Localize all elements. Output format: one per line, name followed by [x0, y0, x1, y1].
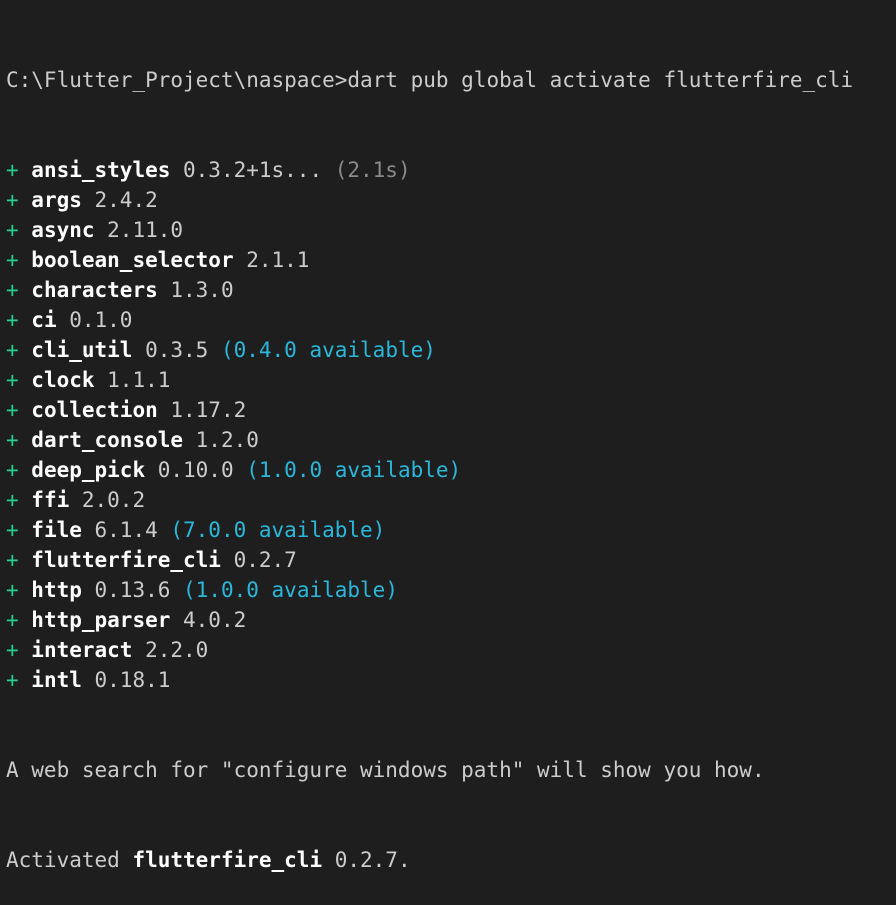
- plus-sign: +: [6, 398, 32, 422]
- package-version: 0.2.7: [220, 548, 297, 572]
- plus-sign: +: [6, 188, 32, 212]
- package-name: ci: [31, 308, 57, 332]
- package-version: 1.3.0: [157, 278, 234, 302]
- package-version: 0.18.1: [81, 668, 171, 692]
- available-update-note: (1.0.0 available): [170, 578, 398, 602]
- activated-version: 0.2.7.: [322, 848, 411, 872]
- package-line: + async 2.11.0: [6, 215, 896, 245]
- package-line: + deep_pick 0.10.0 (1.0.0 available): [6, 455, 896, 485]
- package-name: async: [31, 218, 95, 242]
- package-name: clock: [31, 368, 95, 392]
- package-name: http_parser: [31, 608, 171, 632]
- package-name: dart_console: [31, 428, 184, 452]
- command-line: C:\Flutter_Project\naspace>dart pub glob…: [6, 65, 896, 95]
- package-name: ffi: [31, 488, 70, 512]
- plus-sign: +: [6, 308, 32, 332]
- package-line: + http_parser 4.0.2: [6, 605, 896, 635]
- plus-sign: +: [6, 278, 32, 302]
- package-name: deep_pick: [31, 458, 146, 482]
- plus-sign: +: [6, 368, 32, 392]
- package-line: + flutterfire_cli 0.2.7: [6, 545, 896, 575]
- package-version: 1.1.1: [94, 368, 171, 392]
- package-version: 2.4.2: [81, 188, 158, 212]
- package-name: interact: [31, 638, 133, 662]
- activated-package-name: flutterfire_cli: [132, 848, 323, 872]
- hint-line: A web search for "configure windows path…: [6, 758, 765, 782]
- package-line: + collection 1.17.2: [6, 395, 896, 425]
- package-name: file: [31, 518, 82, 542]
- package-version: 0.3.5: [132, 338, 209, 362]
- plus-sign: +: [6, 428, 32, 452]
- package-line: + interact 2.2.0: [6, 635, 896, 665]
- package-name: boolean_selector: [31, 248, 234, 272]
- activated-prefix: Activated: [6, 848, 133, 872]
- package-version: 6.1.4: [81, 518, 158, 542]
- package-line: + ansi_styles 0.3.2+1s... (2.1s): [6, 155, 896, 185]
- package-line: + ffi 2.0.2: [6, 485, 896, 515]
- package-name: collection: [31, 398, 158, 422]
- package-version: 1.2.0: [183, 428, 259, 452]
- package-version: 2.11.0: [94, 218, 184, 242]
- plus-sign: +: [6, 608, 32, 632]
- command-text: dart pub global activate flutterfire_cli: [347, 68, 854, 92]
- package-name: flutterfire_cli: [31, 548, 221, 572]
- available-update-note: (7.0.0 available): [157, 518, 386, 542]
- package-line: + file 6.1.4 (7.0.0 available): [6, 515, 896, 545]
- package-version: 1.17.2: [157, 398, 247, 422]
- plus-sign: +: [6, 548, 32, 572]
- elapsed-time: (2.1s): [322, 158, 411, 182]
- package-version: 2.2.0: [132, 638, 209, 662]
- available-update-note: (0.4.0 available): [208, 338, 436, 362]
- package-version: 0.10.0: [145, 458, 234, 482]
- terminal-window[interactable]: C:\Flutter_Project\naspace>dart pub glob…: [0, 0, 896, 872]
- package-name: intl: [31, 668, 82, 692]
- package-version: 2.0.2: [69, 488, 146, 512]
- package-name: characters: [31, 278, 158, 302]
- plus-sign: +: [6, 488, 32, 512]
- plus-sign: +: [6, 458, 32, 482]
- package-name: ansi_styles: [31, 158, 171, 182]
- prompt: C:\Flutter_Project\naspace>: [6, 68, 348, 92]
- plus-sign: +: [6, 578, 32, 602]
- package-line: + clock 1.1.1: [6, 365, 896, 395]
- package-line: + http 0.13.6 (1.0.0 available): [6, 575, 896, 605]
- plus-sign: +: [6, 518, 32, 542]
- plus-sign: +: [6, 218, 32, 242]
- plus-sign: +: [6, 668, 32, 692]
- package-line: + cli_util 0.3.5 (0.4.0 available): [6, 335, 896, 365]
- package-line: + ci 0.1.0: [6, 305, 896, 335]
- package-version: 4.0.2: [170, 608, 247, 632]
- package-line: + args 2.4.2: [6, 185, 896, 215]
- package-line: + boolean_selector 2.1.1: [6, 245, 896, 275]
- plus-sign: +: [6, 638, 32, 662]
- package-line: + intl 0.18.1: [6, 665, 896, 695]
- activated-line: Activated flutterfire_cli 0.2.7.: [6, 845, 896, 875]
- plus-sign: +: [6, 158, 32, 182]
- package-line: + characters 1.3.0: [6, 275, 896, 305]
- plus-sign: +: [6, 248, 32, 272]
- package-name: cli_util: [31, 338, 133, 362]
- package-list: + ansi_styles 0.3.2+1s... (2.1s) + args 2…: [6, 155, 896, 695]
- package-version: 0.1.0: [56, 308, 133, 332]
- package-line: + dart_console 1.2.0: [6, 425, 896, 455]
- plus-sign: +: [6, 338, 32, 362]
- package-version: 2.1.1: [233, 248, 310, 272]
- available-update-note: (1.0.0 available): [233, 458, 462, 482]
- package-version: 0.13.6: [81, 578, 171, 602]
- package-name: http: [31, 578, 82, 602]
- package-name: args: [31, 188, 82, 212]
- package-version: 0.3.2+1s...: [170, 158, 323, 182]
